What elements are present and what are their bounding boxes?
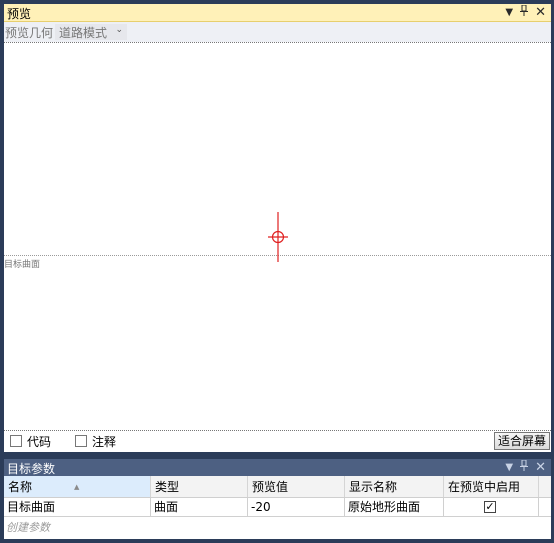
cell-name[interactable]: 目标曲面 (4, 498, 151, 516)
annotation-checkbox-label: 注释 (92, 435, 117, 449)
chevron-down-icon[interactable]: ▼ (505, 461, 513, 475)
column-header-label: 预览值 (252, 480, 289, 494)
column-header-label: 在预览中启用 (448, 480, 521, 494)
checkmark-icon: ✓ (485, 500, 495, 513)
column-header-name[interactable]: 名称 ▲ (4, 476, 151, 497)
chevron-down-icon[interactable]: ▼ (505, 6, 513, 20)
target-params-grid: 名称 ▲ 类型 预览值 显示名称 在预览中启用 目标曲面 曲面 -20 原始地形… (4, 476, 551, 539)
pin-icon[interactable] (520, 459, 529, 476)
cell-type[interactable]: 曲面 (151, 498, 248, 516)
column-header-display-name[interactable]: 显示名称 (345, 476, 444, 497)
column-header-preview-value[interactable]: 预览值 (248, 476, 345, 497)
target-params-title: 目标参数 (7, 462, 56, 476)
new-parameter-placeholder: 创建参数 (6, 521, 50, 534)
cell-preview-value[interactable]: -20 (248, 498, 345, 516)
target-params-titlebar: 目标参数 ▼ ✕ (4, 459, 551, 476)
enabled-checkbox[interactable]: ✓ (484, 501, 496, 513)
code-checkbox[interactable] (10, 435, 22, 447)
crosshair-icon (268, 212, 288, 262)
new-parameter-row[interactable]: 创建参数 (4, 517, 551, 537)
column-header-type[interactable]: 类型 (151, 476, 248, 497)
chevron-down-icon: ⌄ (115, 25, 123, 35)
column-header-label: 显示名称 (349, 480, 398, 494)
annotation-checkbox[interactable] (75, 435, 87, 447)
preview-geometry-label: 预览几何 (5, 26, 54, 40)
mode-dropdown[interactable]: 道路模式 ⌄ (55, 24, 127, 40)
fit-to-screen-button[interactable]: 适合屏幕 (493, 432, 550, 450)
grid-header-row: 名称 ▲ 类型 预览值 显示名称 在预览中启用 (4, 476, 551, 498)
mode-dropdown-value: 道路模式 (59, 26, 108, 40)
cell-enabled[interactable]: ✓ (444, 498, 539, 516)
preview-canvas[interactable]: 目标曲面 (4, 42, 551, 431)
target-surface-label: 目标曲面 (4, 260, 41, 270)
pin-icon[interactable] (520, 4, 529, 21)
preview-panel-titlebar: 预览 ▼ ✕ (4, 4, 551, 22)
column-header-label: 名称 (8, 480, 33, 494)
column-header-enabled[interactable]: 在预览中启用 (444, 476, 539, 497)
code-checkbox-label: 代码 (27, 435, 52, 449)
table-row[interactable]: 目标曲面 曲面 -20 原始地形曲面 ✓ (4, 498, 551, 517)
column-header-label: 类型 (155, 480, 180, 494)
sort-ascending-icon: ▲ (74, 483, 80, 491)
close-icon[interactable]: ✕ (535, 460, 546, 475)
preview-toolbar: 预览几何 道路模式 ⌄ (4, 22, 551, 42)
close-icon[interactable]: ✕ (535, 5, 546, 20)
cell-display-name[interactable]: 原始地形曲面 (345, 498, 444, 516)
preview-panel-title: 预览 (7, 7, 32, 21)
preview-footer: 代码 注释 适合屏幕 (4, 430, 551, 452)
